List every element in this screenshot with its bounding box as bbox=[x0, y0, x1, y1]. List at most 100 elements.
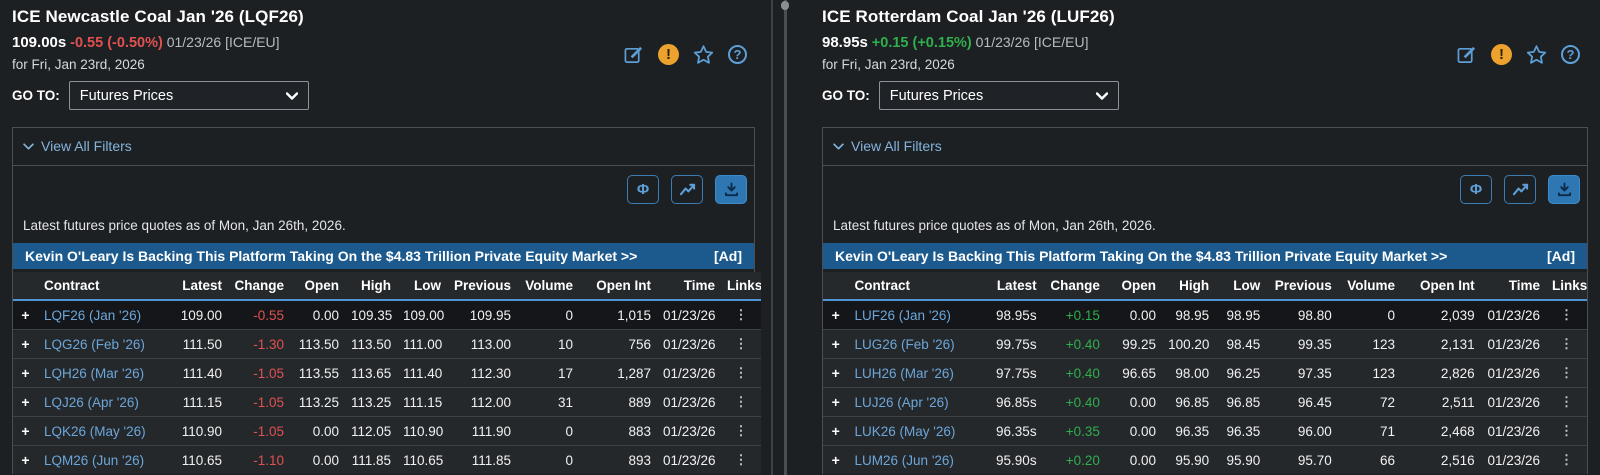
ad-banner[interactable]: Kevin O'Leary Is Backing This Platform T… bbox=[823, 243, 1587, 269]
cell-previous: 112.00 bbox=[447, 388, 517, 417]
panel-divider bbox=[771, 0, 773, 475]
goto-select[interactable]: Futures Prices bbox=[879, 81, 1119, 110]
links-kebab-icon[interactable]: ⋮ bbox=[721, 417, 761, 446]
col-header-volume[interactable]: Volume bbox=[1338, 272, 1401, 300]
col-header-high[interactable]: High bbox=[1162, 272, 1215, 300]
contract-link[interactable]: LUG26 (Feb '26) bbox=[855, 337, 955, 352]
col-header-contract[interactable]: Contract bbox=[38, 272, 166, 300]
chevron-down-icon bbox=[833, 143, 844, 150]
favorite-star-icon[interactable] bbox=[1526, 44, 1547, 65]
col-header-previous[interactable]: Previous bbox=[447, 272, 517, 300]
expand-row-button[interactable]: + bbox=[823, 388, 849, 417]
goto-select[interactable]: Futures Prices bbox=[69, 81, 309, 110]
ad-text: Kevin O'Leary Is Backing This Platform T… bbox=[835, 248, 1447, 264]
view-all-filters-toggle[interactable]: View All Filters bbox=[13, 128, 754, 166]
contract-link[interactable]: LQK26 (May '26) bbox=[44, 424, 146, 439]
filters-box: View All Filters Φ Latest futures price … bbox=[12, 127, 755, 474]
cell-contract: LUM26 (Jun '26) bbox=[849, 446, 980, 475]
col-header-links[interactable]: Links bbox=[721, 272, 761, 300]
col-header-change[interactable]: Change bbox=[1043, 272, 1106, 300]
contract-link[interactable]: LUM26 (Jun '26) bbox=[855, 453, 954, 468]
contract-link[interactable]: LUK26 (May '26) bbox=[855, 424, 956, 439]
contract-link[interactable]: LQF26 (Jan '26) bbox=[44, 308, 141, 323]
chart-button[interactable] bbox=[671, 175, 703, 204]
links-kebab-icon[interactable]: ⋮ bbox=[721, 446, 761, 475]
expand-row-button[interactable]: + bbox=[13, 417, 38, 446]
links-kebab-icon[interactable]: ⋮ bbox=[721, 359, 761, 388]
cell-change: -1.10 bbox=[228, 446, 290, 475]
col-header-open-int[interactable]: Open Int bbox=[579, 272, 657, 300]
cell-high: 100.20 bbox=[1162, 330, 1215, 359]
contract-link[interactable]: LQJ26 (Apr '26) bbox=[44, 395, 139, 410]
col-header-latest[interactable]: Latest bbox=[166, 272, 228, 300]
contract-link[interactable]: LUH26 (Mar '26) bbox=[855, 366, 954, 381]
ad-tag: [Ad] bbox=[1547, 248, 1575, 264]
scrollbar-track[interactable] bbox=[784, 0, 787, 475]
cell-open: 96.65 bbox=[1106, 359, 1162, 388]
expand-row-button[interactable]: + bbox=[13, 359, 38, 388]
expand-row-button[interactable]: + bbox=[13, 300, 38, 330]
chart-button[interactable] bbox=[1504, 175, 1536, 204]
cell-time: 01/23/26 bbox=[1481, 359, 1546, 388]
links-kebab-icon[interactable]: ⋮ bbox=[721, 300, 761, 330]
contract-link[interactable]: LUF26 (Jan '26) bbox=[855, 308, 951, 323]
col-header-contract[interactable]: Contract bbox=[849, 272, 980, 300]
col-header-time[interactable]: Time bbox=[1481, 272, 1546, 300]
help-icon[interactable]: ? bbox=[728, 45, 747, 64]
links-kebab-icon[interactable]: ⋮ bbox=[721, 330, 761, 359]
col-header-volume[interactable]: Volume bbox=[517, 272, 579, 300]
alert-icon[interactable]: ! bbox=[1491, 44, 1512, 65]
edit-notes-icon[interactable] bbox=[1456, 44, 1477, 65]
flipcharts-button[interactable]: Φ bbox=[627, 175, 659, 204]
cell-low: 98.95 bbox=[1215, 300, 1266, 330]
links-kebab-icon[interactable]: ⋮ bbox=[1546, 417, 1587, 446]
contract-link[interactable]: LQG26 (Feb '26) bbox=[44, 337, 145, 352]
col-header-time[interactable]: Time bbox=[657, 272, 721, 300]
header-icons: ! ? bbox=[623, 44, 747, 65]
col-header-low[interactable]: Low bbox=[1215, 272, 1266, 300]
col-header-open[interactable]: Open bbox=[1106, 272, 1162, 300]
cell-latest: 96.35s bbox=[979, 417, 1042, 446]
expand-row-button[interactable]: + bbox=[823, 300, 849, 330]
links-kebab-icon[interactable]: ⋮ bbox=[1546, 330, 1587, 359]
links-kebab-icon[interactable]: ⋮ bbox=[1546, 388, 1587, 417]
download-button[interactable] bbox=[715, 175, 747, 204]
cell-latest: 96.85s bbox=[979, 388, 1042, 417]
expand-row-button[interactable]: + bbox=[823, 446, 849, 475]
col-header-links[interactable]: Links bbox=[1546, 272, 1587, 300]
expand-row-button[interactable]: + bbox=[13, 388, 38, 417]
flipcharts-button[interactable]: Φ bbox=[1460, 175, 1492, 204]
expand-row-button[interactable]: + bbox=[13, 446, 38, 475]
quotes-asof-text: Latest futures price quotes as of Mon, J… bbox=[13, 214, 754, 243]
links-kebab-icon[interactable]: ⋮ bbox=[721, 388, 761, 417]
col-header-high[interactable]: High bbox=[345, 272, 397, 300]
download-button[interactable] bbox=[1548, 175, 1580, 204]
scrollbar-thumb[interactable] bbox=[781, 1, 789, 10]
links-kebab-icon[interactable]: ⋮ bbox=[1546, 446, 1587, 475]
contract-link[interactable]: LQM26 (Jun '26) bbox=[44, 453, 144, 468]
expand-row-button[interactable]: + bbox=[823, 330, 849, 359]
col-header-low[interactable]: Low bbox=[397, 272, 447, 300]
col-header-open[interactable]: Open bbox=[290, 272, 345, 300]
col-header-latest[interactable]: Latest bbox=[979, 272, 1042, 300]
edit-notes-icon[interactable] bbox=[623, 44, 644, 65]
links-kebab-icon[interactable]: ⋮ bbox=[1546, 359, 1587, 388]
cell-open_int: 2,516 bbox=[1401, 446, 1481, 475]
cell-open_int: 889 bbox=[579, 388, 657, 417]
ad-banner[interactable]: Kevin O'Leary Is Backing This Platform T… bbox=[13, 243, 754, 269]
expand-row-button[interactable]: + bbox=[823, 417, 849, 446]
help-icon[interactable]: ? bbox=[1561, 45, 1580, 64]
cell-change: -1.05 bbox=[228, 388, 290, 417]
contract-link[interactable]: LUJ26 (Apr '26) bbox=[855, 395, 949, 410]
col-header-open-int[interactable]: Open Int bbox=[1401, 272, 1481, 300]
alert-icon[interactable]: ! bbox=[658, 44, 679, 65]
expand-row-button[interactable]: + bbox=[13, 330, 38, 359]
contract-link[interactable]: LQH26 (Mar '26) bbox=[44, 366, 144, 381]
favorite-star-icon[interactable] bbox=[693, 44, 714, 65]
col-header-change[interactable]: Change bbox=[228, 272, 290, 300]
view-all-filters-toggle[interactable]: View All Filters bbox=[823, 128, 1587, 166]
links-kebab-icon[interactable]: ⋮ bbox=[1546, 300, 1587, 330]
cell-contract: LQH26 (Mar '26) bbox=[38, 359, 166, 388]
col-header-previous[interactable]: Previous bbox=[1266, 272, 1337, 300]
expand-row-button[interactable]: + bbox=[823, 359, 849, 388]
